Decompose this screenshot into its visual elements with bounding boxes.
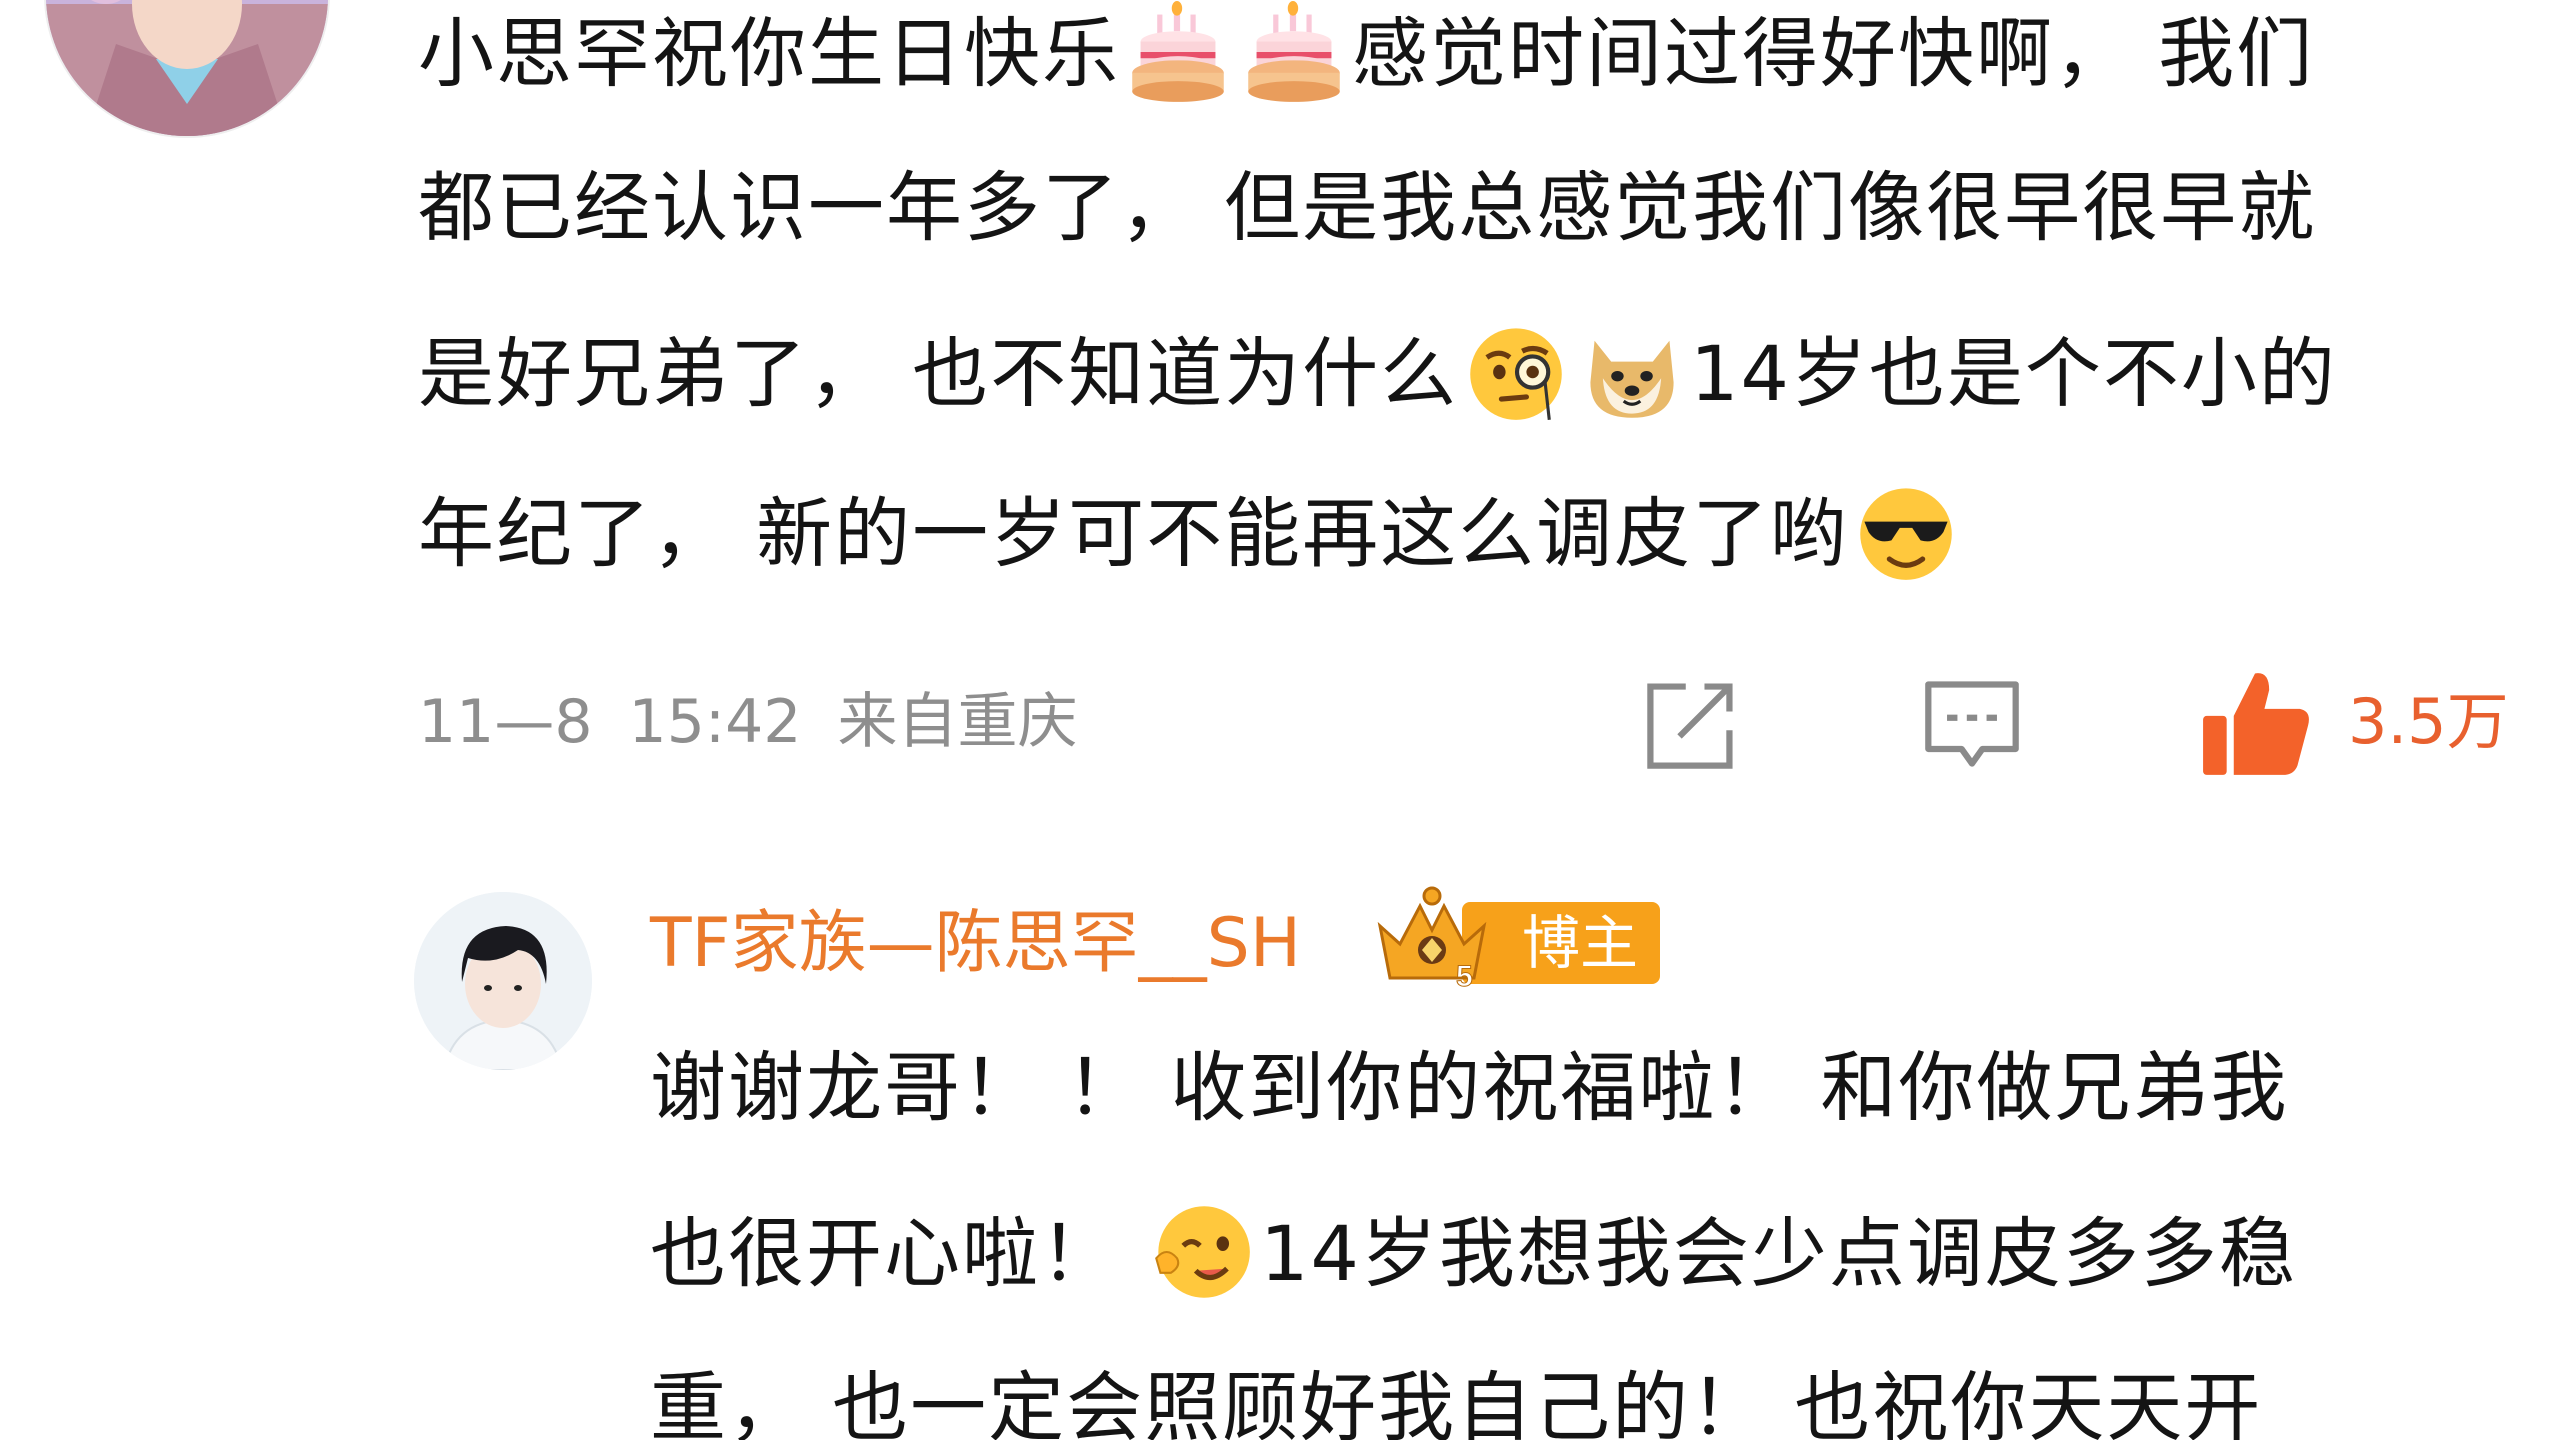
birthday-cake-icon xyxy=(1126,0,1230,104)
reply-text-segment: 14岁我想我会少点调皮多多稳 xyxy=(1260,1209,2297,1298)
comment-date: 11—8 xyxy=(418,687,593,757)
comment-text-segment: 14岁也是个不小的 xyxy=(1690,329,2337,418)
reply-text-segment: 谢谢龙哥！ ！ 收到你的祝福啦！ 和你做兄弟我 xyxy=(650,1043,2289,1132)
reply-line-2: 也很开心啦！ 14岁我想我会少点调皮多多稳 xyxy=(650,1200,2297,1310)
like-count: 3.5万 xyxy=(2348,685,2509,758)
blogger-badge: 博主 5 xyxy=(1370,886,1660,992)
comment-time: 15:42 xyxy=(628,687,802,757)
weibo-comment-page: 小思罕祝你生日快乐 感觉时间过得好快啊， 我们 都已经认识一年多了， 但是我总感… xyxy=(0,0,2560,1440)
reply-line-1: 谢谢龙哥！ ！ 收到你的祝福啦！ 和你做兄弟我 xyxy=(650,1040,2288,1150)
comment-reply-icon[interactable] xyxy=(1920,672,2024,776)
replier-username[interactable]: TF家族—陈思罕__SH xyxy=(650,896,1301,992)
share-icon[interactable] xyxy=(1640,672,1744,776)
reply-text-segment: 也很开心啦！ xyxy=(650,1209,1145,1298)
comment-text-segment: 都已经认识一年多了， 但是我总感觉我们像很早很早就 xyxy=(418,163,2317,252)
replier-avatar[interactable] xyxy=(414,892,592,1070)
comment-text-segment: 年纪了， 新的一岁可不能再这么调皮了哟 xyxy=(418,489,1849,578)
comment-location: 来自重庆 xyxy=(837,687,1078,757)
comment-line-4: 年纪了， 新的一岁可不能再这么调皮了哟 xyxy=(418,480,1964,590)
comment-text-segment: 是好兄弟了， 也不知道为什么 xyxy=(418,329,1459,418)
like-icon[interactable] xyxy=(2196,664,2314,782)
comment-line-1: 小思罕祝你生日快乐 感觉时间过得好快啊， 我们 xyxy=(418,0,2314,110)
comment-line-2: 都已经认识一年多了， 但是我总感觉我们像很早很早就 xyxy=(418,160,2316,270)
monocle-face-icon xyxy=(1464,320,1568,424)
birthday-cake-icon xyxy=(1242,0,1346,104)
commenter-avatar[interactable] xyxy=(44,0,330,138)
comment-text-segment: 小思罕祝你生日快乐 xyxy=(418,9,1120,98)
wink-face-icon xyxy=(1150,1200,1254,1304)
reply-text-segment: 重， 也一定会照顾好我自己的！ 也祝你天天开 xyxy=(650,1363,2263,1440)
crown-icon: 5 xyxy=(1370,886,1494,992)
doge-icon xyxy=(1580,320,1684,424)
badge-level: 5 xyxy=(1456,960,1473,992)
reply-line-3: 重， 也一定会照顾好我自己的！ 也祝你天天开 xyxy=(650,1360,2262,1440)
comment-text-segment: 感觉时间过得好快啊， 我们 xyxy=(1352,9,2315,98)
comment-meta: 11—8 15:42 来自重庆 xyxy=(418,680,1113,764)
comment-line-3: 是好兄弟了， 也不知道为什么 14岁也是个不小的 xyxy=(418,320,2337,430)
sunglasses-face-icon xyxy=(1854,480,1958,584)
